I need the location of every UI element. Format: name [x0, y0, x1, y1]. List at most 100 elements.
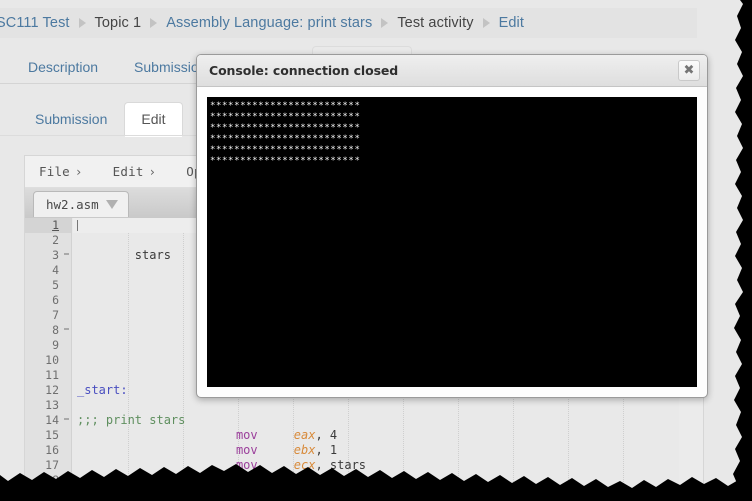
- console-output: ************************* ***************…: [207, 97, 697, 387]
- text-caret: [77, 220, 78, 231]
- line-number: 16: [25, 443, 71, 458]
- line-number-value: 8: [52, 323, 59, 337]
- console-output-line: *************************: [210, 134, 361, 144]
- console-output-line: *************************: [210, 112, 361, 122]
- editor-menu-item[interactable]: Edit ›: [113, 164, 157, 179]
- code-token: mov: [235, 458, 258, 472]
- line-number: 14: [25, 413, 71, 428]
- fold-marker-icon[interactable]: [64, 418, 69, 420]
- line-number-value: 5: [52, 278, 59, 292]
- line-number: 12: [25, 383, 71, 398]
- line-number-value: 6: [52, 293, 59, 307]
- line-number-value: 11: [45, 368, 59, 382]
- line-number: 4: [25, 263, 71, 278]
- line-number: 17: [25, 458, 71, 473]
- line-number: 18: [25, 473, 71, 488]
- fold-marker-icon[interactable]: [64, 328, 69, 330]
- line-number-value: 13: [45, 398, 59, 412]
- console-output-line: *************************: [210, 145, 361, 155]
- screen-root: SC111 Test Topic 1 Assembly Language: prin…: [0, 0, 752, 501]
- breadcrumb-separator-icon: [78, 18, 86, 28]
- line-number-value: 18: [45, 473, 59, 487]
- breadcrumb-item[interactable]: SC111 Test: [0, 15, 70, 31]
- editor-menu-label: Edit: [112, 164, 144, 179]
- code-token: ;;; print stars: [77, 413, 186, 427]
- code-token: ecx: [293, 458, 316, 472]
- line-number: 13: [25, 398, 71, 413]
- line-number: 15: [25, 428, 71, 443]
- code-token: edx: [293, 473, 316, 487]
- sub-tab[interactable]: Edit: [124, 102, 183, 137]
- code-line[interactable]: mov ecx, stars: [73, 458, 703, 473]
- file-tab-hw2asm[interactable]: hw2.asm: [33, 191, 129, 217]
- editor-menu-label: File: [39, 164, 70, 179]
- line-number-value: 10: [45, 353, 59, 367]
- line-number-value: 17: [45, 458, 59, 472]
- line-number: 3: [25, 248, 71, 263]
- fold-marker-icon[interactable]: [64, 253, 69, 255]
- line-number: 2: [25, 233, 71, 248]
- line-number-value: 7: [52, 308, 59, 322]
- line-number-value: 4: [52, 263, 59, 277]
- caret-down-icon[interactable]: [105, 199, 118, 209]
- line-number: 1: [25, 218, 71, 233]
- close-icon[interactable]: ✖: [678, 60, 700, 81]
- breadcrumb-item: Test activity: [397, 15, 474, 31]
- code-token: , stars: [315, 458, 367, 472]
- line-number: 7: [25, 308, 71, 323]
- breadcrumb-separator-icon: [150, 18, 158, 28]
- code-token: _start:: [77, 383, 128, 397]
- breadcrumb-separator-icon: [381, 18, 389, 28]
- code-token: ebx: [293, 443, 316, 457]
- breadcrumb-item[interactable]: Edit: [499, 15, 524, 31]
- line-number-value: 14: [45, 413, 59, 427]
- line-number-value: 3: [52, 248, 59, 262]
- line-number: 11: [25, 368, 71, 383]
- line-number-value: 9: [52, 338, 59, 352]
- line-number-value: 15: [45, 428, 59, 442]
- sub-tab[interactable]: Submission: [18, 102, 124, 137]
- line-number-value: 2: [52, 233, 59, 247]
- chevron-right-icon: ›: [74, 164, 83, 179]
- code-line[interactable]: [73, 398, 703, 413]
- line-number: 9: [25, 338, 71, 353]
- console-title: Console: connection closed: [209, 63, 399, 78]
- torn-edge-right: [733, 0, 752, 501]
- console-output-line: *************************: [210, 156, 361, 166]
- code-line[interactable]: ;;; print stars: [73, 413, 703, 428]
- console-titlebar[interactable]: Console: connection closed ✖: [197, 55, 707, 87]
- top-tab[interactable]: Description: [28, 59, 98, 75]
- line-number-value: 12: [45, 383, 59, 397]
- code-token: , len: [315, 473, 352, 487]
- breadcrumb-separator-icon: [482, 18, 490, 28]
- line-number-value: 1: [52, 218, 59, 232]
- breadcrumb-item: Topic 1: [94, 15, 142, 31]
- console-output-line: *************************: [210, 123, 361, 133]
- console-output-line: *************************: [210, 101, 361, 111]
- line-number-value: 16: [45, 443, 59, 457]
- breadcrumb: SC111 Test Topic 1 Assembly Language: prin…: [0, 8, 697, 38]
- line-number: 5: [25, 278, 71, 293]
- code-token: stars: [77, 248, 171, 262]
- code-token: mov: [235, 473, 258, 487]
- chevron-right-icon: ›: [148, 164, 157, 179]
- code-line[interactable]: mov edx, len: [73, 473, 703, 488]
- line-number-gutter: 1 2 3 4 5 6 7 8 9 10 11 12 13 14 15 16 17 18: [25, 218, 72, 501]
- code-token: eax: [293, 428, 316, 442]
- code-line[interactable]: mov eax, 4: [73, 428, 703, 443]
- code-token: mov: [235, 428, 258, 442]
- editor-menu-item[interactable]: File ›: [39, 164, 83, 179]
- code-token: mov: [235, 443, 258, 457]
- code-line[interactable]: mov ebx, 1: [73, 443, 703, 458]
- breadcrumb-item[interactable]: Assembly Language: print stars: [166, 15, 372, 31]
- line-number: 6: [25, 293, 71, 308]
- code-token: , 4: [315, 428, 338, 442]
- console-dialog: Console: connection closed ✖ ***********…: [196, 54, 708, 398]
